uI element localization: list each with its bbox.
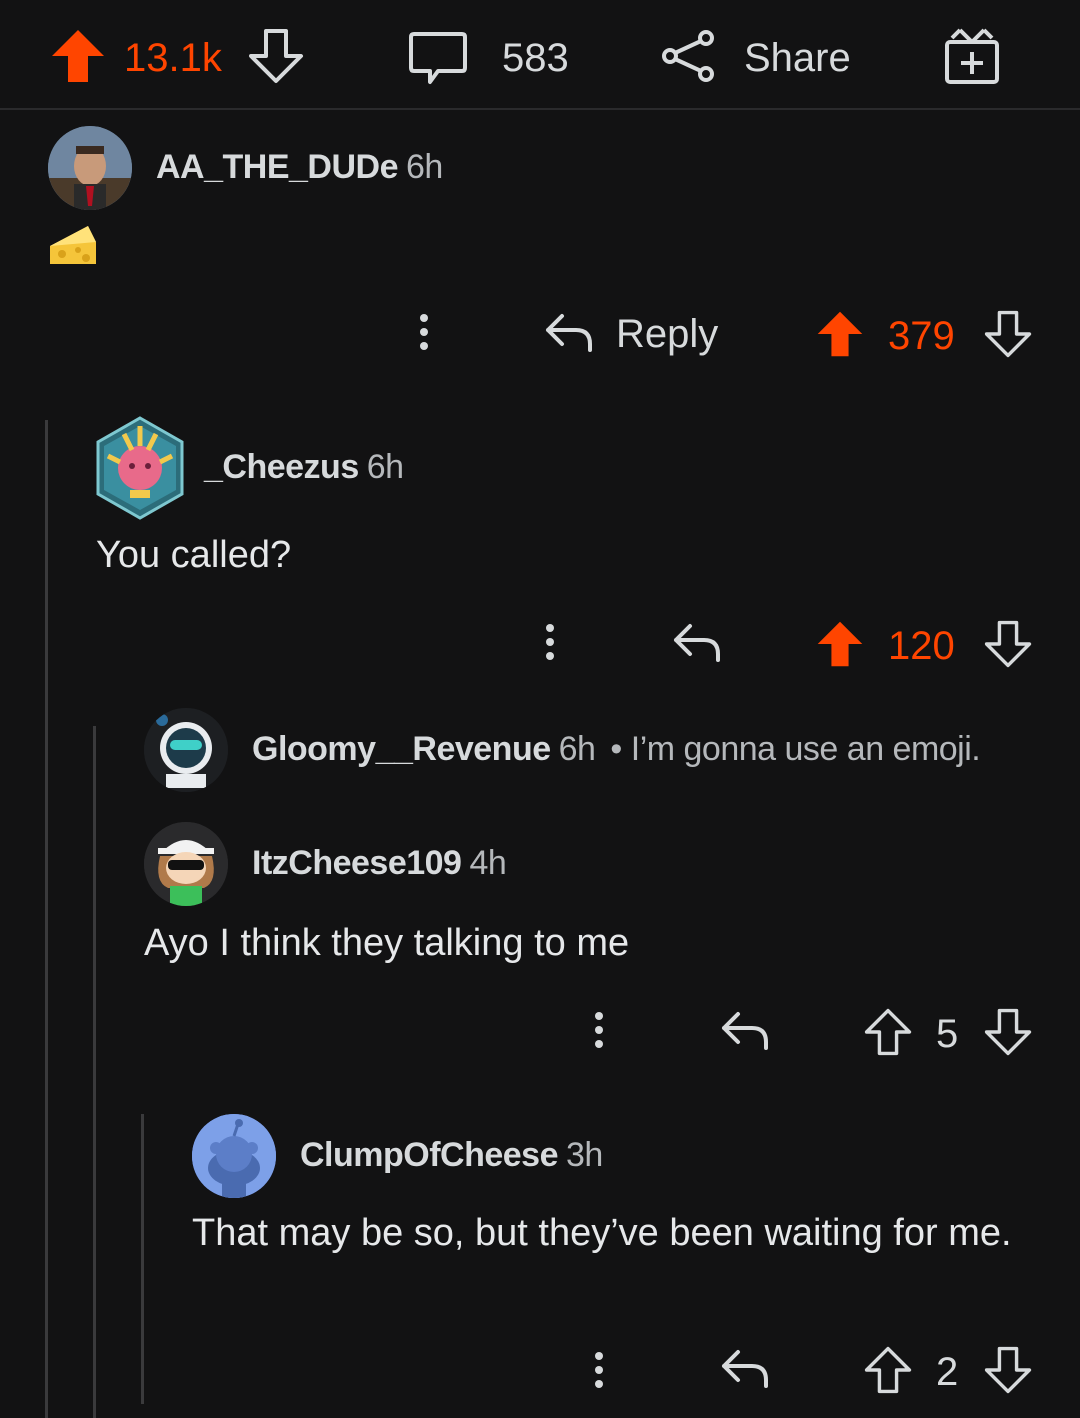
comment-author[interactable]: _Cheezus 6h	[204, 448, 404, 487]
cheese-emoji-icon	[50, 226, 96, 264]
comment-age: 4h	[469, 844, 507, 882]
comment-downvote-icon[interactable]	[984, 310, 1032, 358]
avatar-gloomy-revenue[interactable]	[144, 708, 228, 792]
comment-upvote-icon[interactable]	[816, 310, 864, 358]
comment-age: 6h	[406, 148, 443, 186]
comment-upvote-icon[interactable]	[864, 1008, 912, 1056]
comment-score: 2	[936, 1350, 959, 1394]
comment-body-emoji	[48, 222, 98, 268]
collapsed-preview: • I’m gonna use an emoji.	[610, 730, 981, 768]
post-upvote-icon[interactable]	[50, 28, 106, 84]
more-options-icon[interactable]	[595, 1012, 605, 1054]
share-button[interactable]: Share	[744, 38, 851, 78]
award-gift-icon[interactable]	[942, 26, 1002, 86]
reply-arrow-icon[interactable]	[720, 1348, 770, 1388]
comment-downvote-icon[interactable]	[984, 620, 1032, 668]
reply-button[interactable]: Reply	[616, 312, 718, 357]
thread-line-depth-1[interactable]	[45, 420, 48, 1418]
comment-body: You called?	[96, 534, 292, 576]
comment-body: That may be so, but they’ve been waiting…	[192, 1212, 1012, 1254]
post-action-bar: 13.1k 583 Share	[0, 0, 1080, 110]
reply-arrow-icon[interactable]	[544, 312, 594, 352]
reply-arrow-icon[interactable]	[720, 1010, 770, 1050]
comment-bubble-icon[interactable]	[408, 30, 468, 86]
more-options-icon[interactable]	[595, 1352, 605, 1394]
post-downvote-icon[interactable]	[248, 28, 304, 84]
comment-age: 3h	[566, 1136, 603, 1174]
comment-downvote-icon[interactable]	[984, 1346, 1032, 1394]
avatar-aa-the-dude[interactable]	[48, 126, 132, 210]
avatar-itzcheese109[interactable]	[144, 822, 228, 906]
collapsed-comment-header[interactable]: Gloomy__Revenue 6h • I’m gonna use an emo…	[252, 730, 981, 769]
comment-upvote-icon[interactable]	[816, 620, 864, 668]
comment-score: 120	[888, 624, 955, 668]
avatar-clumpofcheese[interactable]	[192, 1114, 276, 1198]
thread-line-depth-3[interactable]	[141, 1114, 144, 1404]
comment-score: 5	[936, 1012, 959, 1056]
comment-author[interactable]: ItzCheese109 4h	[252, 844, 507, 883]
comment-count[interactable]: 583	[502, 38, 569, 78]
more-options-icon[interactable]	[420, 314, 430, 356]
comment-upvote-icon[interactable]	[864, 1346, 912, 1394]
comment-body: Ayo I think they talking to me	[144, 922, 630, 964]
share-icon[interactable]	[660, 28, 720, 84]
comment-author[interactable]: ClumpOfCheese 3h	[300, 1136, 603, 1175]
reply-arrow-icon[interactable]	[672, 622, 722, 662]
thread-line-depth-2[interactable]	[93, 726, 96, 1418]
comment-age: 6h	[558, 730, 596, 768]
comment-score: 379	[888, 314, 955, 358]
post-score: 13.1k	[124, 36, 222, 80]
avatar-cheezus[interactable]	[94, 416, 186, 520]
more-options-icon[interactable]	[546, 624, 556, 666]
comment-downvote-icon[interactable]	[984, 1008, 1032, 1056]
comment-age: 6h	[366, 448, 404, 486]
comment-author[interactable]: AA_THE_DUDe 6h	[156, 148, 443, 187]
